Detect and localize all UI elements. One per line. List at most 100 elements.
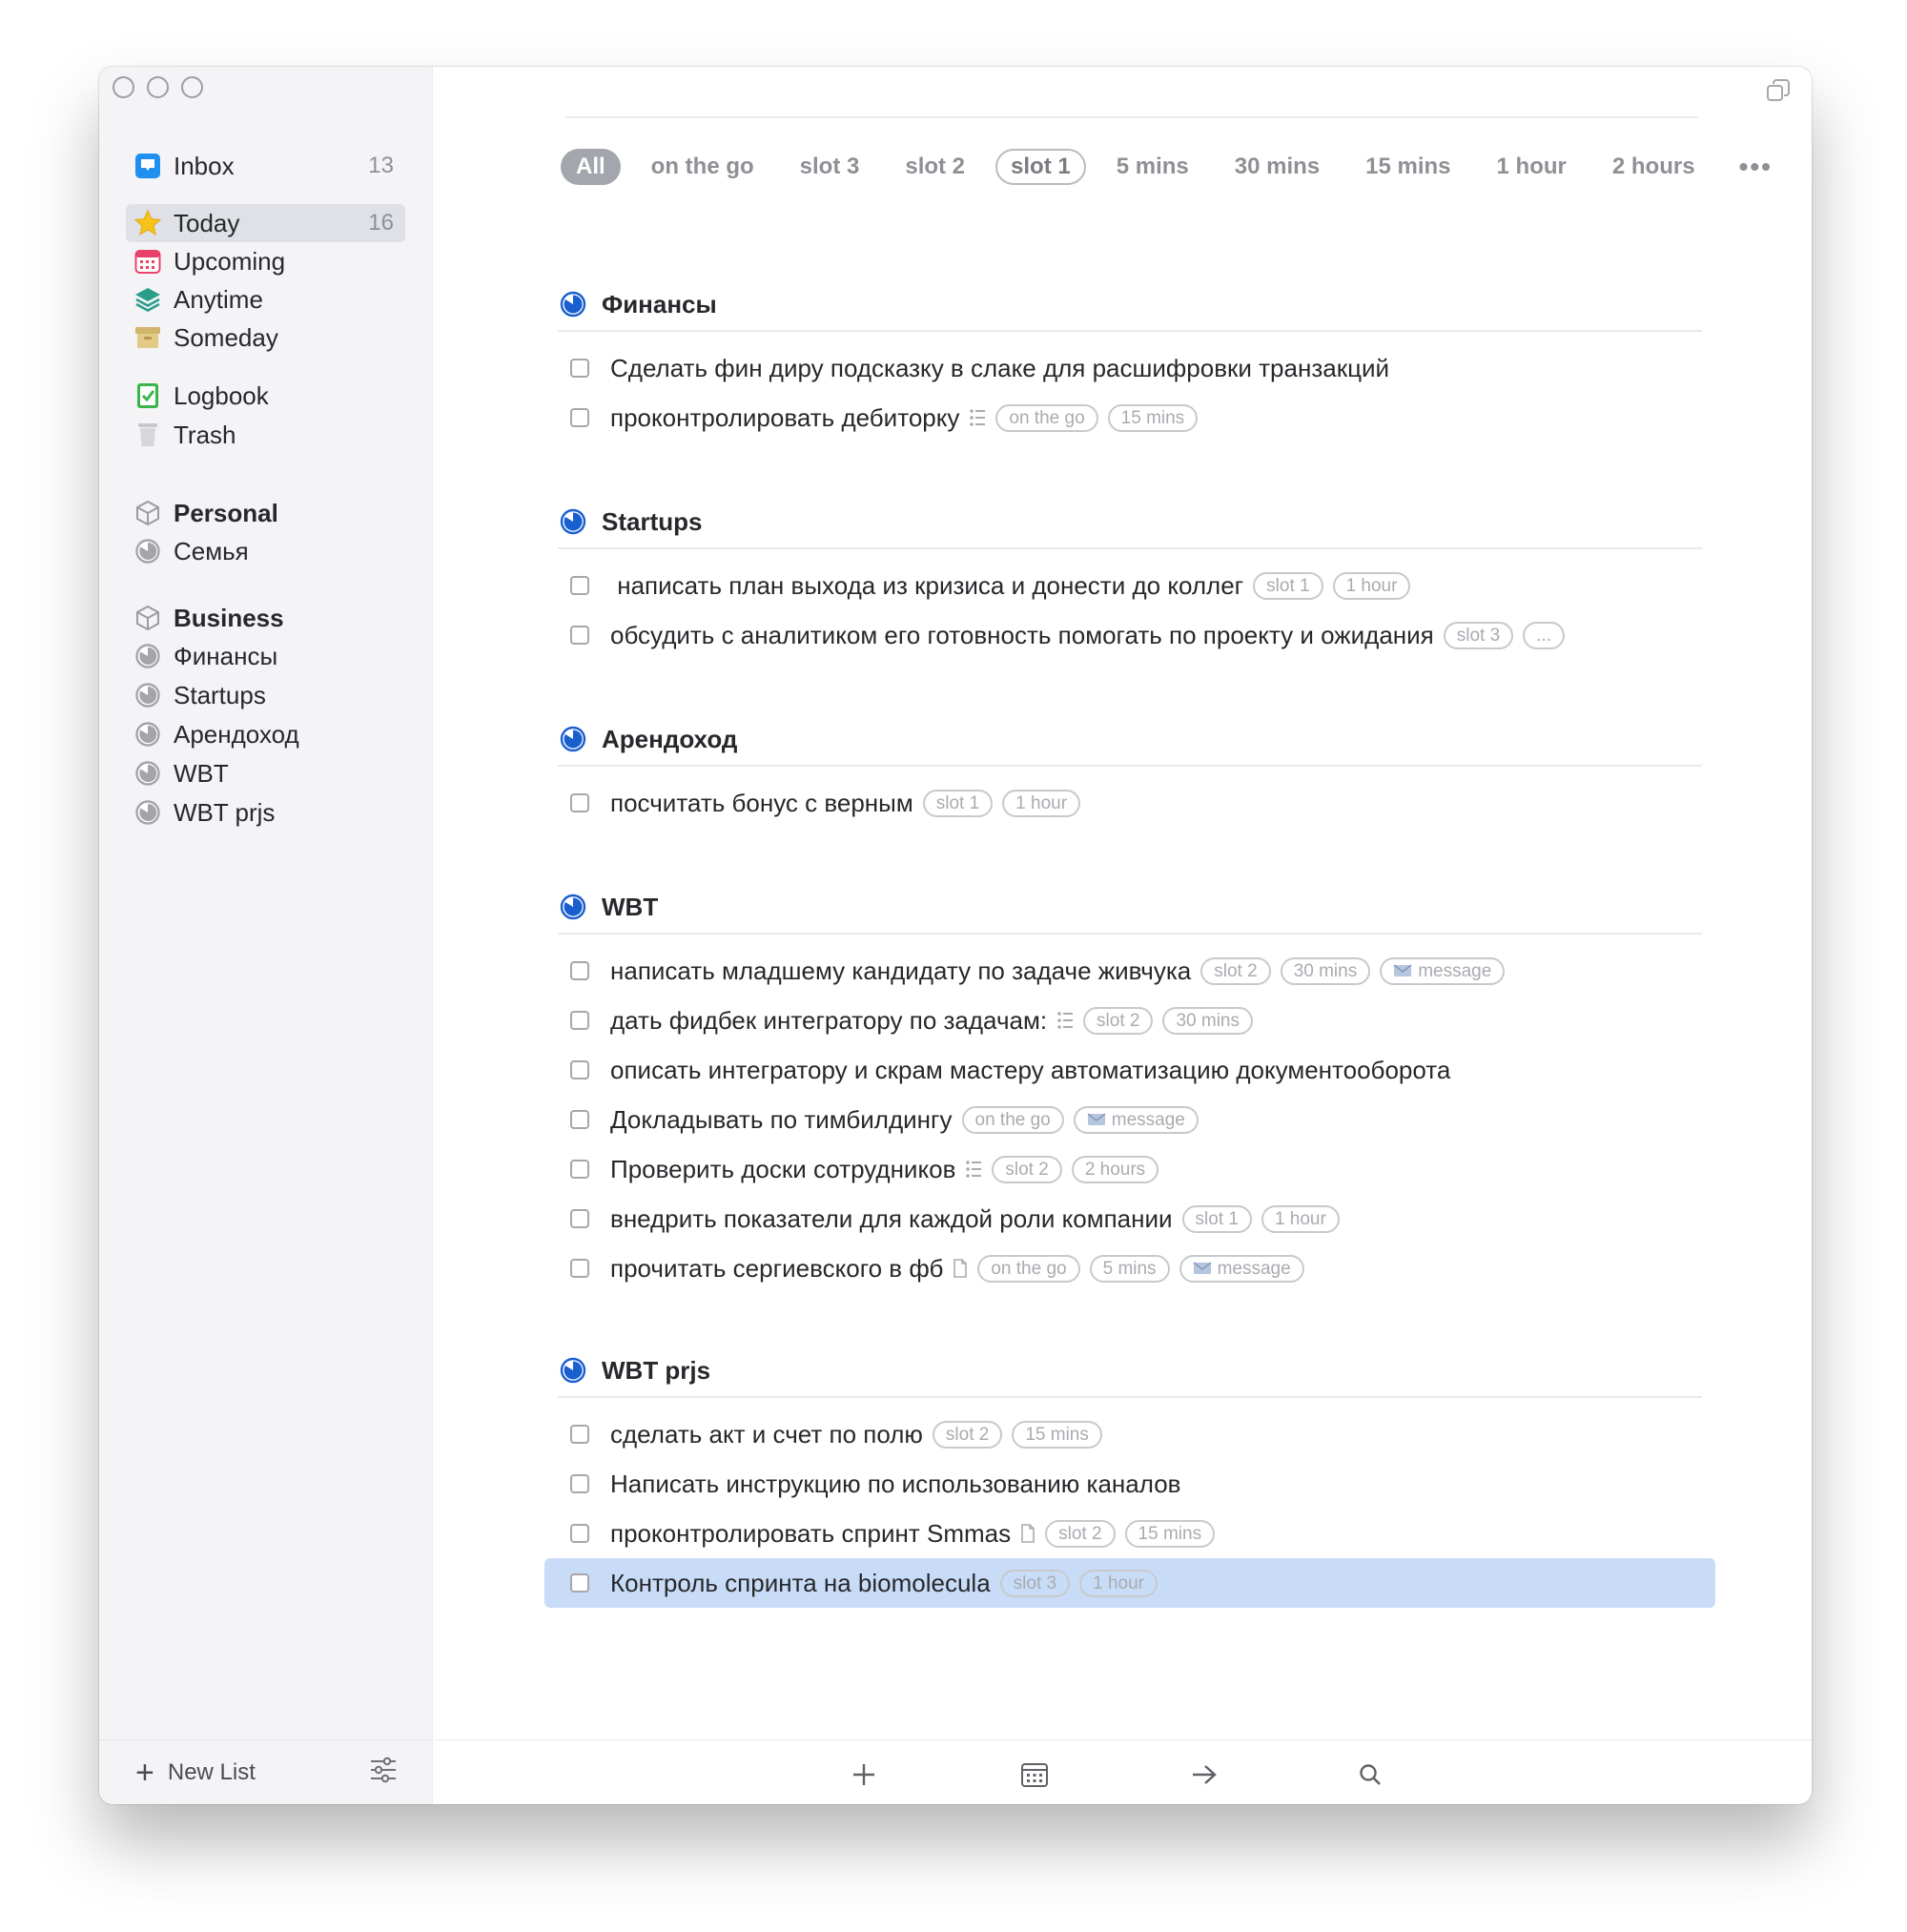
task-tag-message[interactable]: message (1380, 956, 1506, 985)
task-checkbox[interactable] (570, 576, 589, 595)
task-row-selected[interactable]: Контроль спринта на biomolecula slot 3 1… (544, 1558, 1715, 1608)
sidebar-area-personal[interactable]: Personal (126, 494, 405, 532)
task-checkbox[interactable] (570, 1259, 589, 1278)
filter-chip-2-hours[interactable]: 2 hours (1597, 149, 1711, 185)
task-tag[interactable]: slot 2 (932, 1420, 1003, 1449)
sidebar-item-upcoming[interactable]: Upcoming (126, 242, 405, 280)
sidebar-area-business[interactable]: Business (126, 599, 405, 637)
filter-chip-1-hour[interactable]: 1 hour (1482, 149, 1582, 185)
task-row[interactable]: написать младшему кандидату по задаче жи… (544, 946, 1702, 996)
task-tag[interactable]: on the go (977, 1254, 1080, 1283)
sidebar-project-wbt-prjs[interactable]: WBT prjs (126, 793, 405, 832)
task-tag[interactable]: slot 1 (1253, 571, 1323, 600)
zoom-window-button[interactable] (181, 76, 203, 98)
task-checkbox[interactable] (570, 1573, 589, 1593)
filter-chip-5-mins[interactable]: 5 mins (1101, 149, 1204, 185)
task-tag[interactable]: slot 2 (1083, 1006, 1154, 1035)
filter-chip-slot-2[interactable]: slot 2 (890, 149, 980, 185)
task-checkbox[interactable] (570, 1524, 589, 1543)
task-tag[interactable]: slot 3 (999, 1569, 1071, 1597)
sidebar-project-startups[interactable]: Startups (126, 676, 405, 714)
task-checkbox[interactable] (570, 1474, 589, 1493)
filter-chip-slot-1[interactable]: slot 1 (995, 149, 1086, 185)
task-tag[interactable]: 30 mins (1162, 1006, 1253, 1035)
sidebar-project-arendohod[interactable]: Арендоход (126, 715, 405, 753)
section-header[interactable]: WBT (558, 881, 1702, 935)
task-tag[interactable]: slot 2 (1045, 1519, 1116, 1548)
task-row[interactable]: Написать инструкцию по использованию кан… (544, 1459, 1702, 1509)
task-checkbox[interactable] (570, 359, 589, 378)
task-checkbox[interactable] (570, 1160, 589, 1179)
more-filters-button[interactable]: ••• (1726, 154, 1786, 180)
task-tag[interactable]: slot 2 (1200, 956, 1271, 985)
sidebar-project-semya[interactable]: Семья (126, 532, 405, 570)
task-checkbox[interactable] (570, 1060, 589, 1079)
task-tag[interactable]: slot 1 (922, 789, 994, 817)
duplicate-window-icon[interactable] (1766, 78, 1791, 108)
task-row[interactable]: дать фидбек интегратору по задачам: slot… (544, 996, 1702, 1045)
task-row[interactable]: Сделать фин диру подсказку в слаке для р… (544, 343, 1702, 393)
filter-chip-all[interactable]: All (561, 149, 621, 185)
sidebar-project-wbt[interactable]: WBT (126, 754, 405, 792)
filter-chip-15-mins[interactable]: 15 mins (1350, 149, 1466, 185)
sidebar-project-finansy[interactable]: Финансы (126, 637, 405, 675)
sidebar-item-inbox[interactable]: Inbox 13 (126, 147, 405, 185)
task-row[interactable]: Проверить доски сотрудников slot 2 2 hou… (544, 1144, 1702, 1194)
task-tag[interactable]: 30 mins (1280, 956, 1371, 985)
sidebar-item-today[interactable]: Today 16 (126, 204, 405, 242)
task-tag[interactable]: slot 3 (1443, 621, 1514, 649)
task-row[interactable]: описать интегратору и скрам мастеру авто… (544, 1045, 1702, 1095)
minimize-window-button[interactable] (147, 76, 169, 98)
section-header[interactable]: Арендоход (558, 713, 1702, 767)
task-tag-message[interactable]: message (1073, 1105, 1199, 1134)
task-tag[interactable]: on the go (961, 1105, 1064, 1134)
task-tag[interactable]: 1 hour (1079, 1569, 1158, 1597)
section-header[interactable]: Финансы (558, 278, 1702, 332)
section-header[interactable]: Startups (558, 496, 1702, 549)
task-tag[interactable]: 1 hour (1332, 571, 1411, 600)
task-checkbox[interactable] (570, 961, 589, 980)
sidebar-item-someday[interactable]: Someday (126, 319, 405, 357)
task-tag[interactable]: 5 mins (1089, 1254, 1170, 1283)
filter-chip-on-the-go[interactable]: on the go (636, 149, 769, 185)
new-list-button[interactable]: + New List (135, 1757, 256, 1789)
task-tag[interactable]: slot 2 (992, 1155, 1062, 1183)
task-tag[interactable]: 1 hour (1002, 789, 1081, 817)
sidebar-item-anytime[interactable]: Anytime (126, 280, 405, 319)
task-checkbox[interactable] (570, 1209, 589, 1228)
search-button[interactable] (1355, 1759, 1385, 1790)
task-row[interactable]: прочитать сергиевского в фб on the go 5 … (544, 1243, 1702, 1293)
filter-chip-slot-3[interactable]: slot 3 (785, 149, 875, 185)
task-row[interactable]: проконтролировать дебиторку on the go 15… (544, 393, 1702, 442)
task-tag[interactable]: 15 mins (1124, 1519, 1216, 1548)
task-tag[interactable]: 2 hours (1071, 1155, 1159, 1183)
task-row[interactable]: проконтролировать спринт Smmas slot 2 15… (544, 1509, 1702, 1558)
task-checkbox[interactable] (570, 793, 589, 812)
task-tag[interactable]: slot 1 (1181, 1204, 1252, 1233)
task-checkbox[interactable] (570, 1011, 589, 1030)
section-header[interactable]: WBT prjs (558, 1345, 1702, 1398)
task-tag[interactable]: on the go (995, 403, 1098, 432)
filter-chip-30-mins[interactable]: 30 mins (1220, 149, 1335, 185)
settings-sliders-icon[interactable] (369, 1757, 398, 1788)
task-row[interactable]: Докладывать по тимбилдингу on the go mes… (544, 1095, 1702, 1144)
sidebar-item-trash[interactable]: Trash (126, 416, 405, 454)
schedule-button[interactable] (1019, 1759, 1050, 1790)
task-tag[interactable]: 15 mins (1012, 1420, 1102, 1449)
task-checkbox[interactable] (570, 1110, 589, 1129)
task-row[interactable]: сделать акт и счет по полю slot 2 15 min… (544, 1409, 1702, 1459)
task-checkbox[interactable] (570, 626, 589, 645)
task-tag-more[interactable]: ... (1523, 621, 1566, 649)
task-tag-message[interactable]: message (1179, 1254, 1304, 1283)
sidebar-item-logbook[interactable]: Logbook (126, 377, 405, 415)
task-checkbox[interactable] (570, 1425, 589, 1444)
move-button[interactable] (1189, 1759, 1220, 1790)
add-task-button[interactable] (849, 1759, 879, 1790)
task-row[interactable]: обсудить с аналитиком его готовность пом… (544, 610, 1702, 660)
task-tag[interactable]: 15 mins (1107, 403, 1199, 432)
task-checkbox[interactable] (570, 408, 589, 427)
close-window-button[interactable] (113, 76, 134, 98)
task-row[interactable]: внедрить показатели для каждой роли комп… (544, 1194, 1702, 1243)
task-row[interactable]: написать план выхода из кризиса и донест… (544, 561, 1702, 610)
task-row[interactable]: посчитать бонус с верным slot 1 1 hour (544, 778, 1702, 828)
